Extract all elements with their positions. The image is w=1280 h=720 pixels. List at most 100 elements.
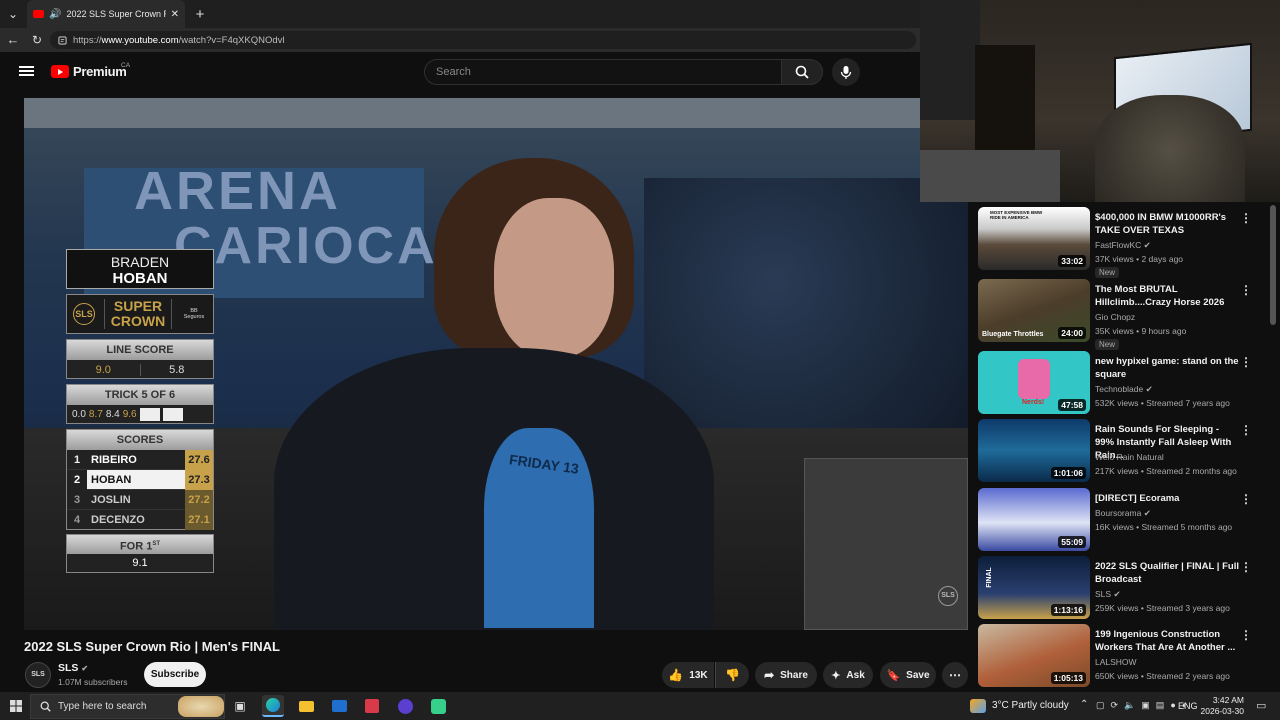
video-thumbnail[interactable]: Bluegate Throttles 24:00 (978, 279, 1090, 342)
recommended-video[interactable]: 55:09 [DIRECT] Ecorama Boursorama ✔ 16K … (978, 488, 1270, 552)
new-badge: New (1095, 339, 1120, 350)
close-tab-icon[interactable]: ✕ (171, 9, 179, 20)
reload-icon[interactable]: ↻ (29, 32, 45, 48)
recommended-video[interactable]: MOST EXPENSIVE BMW RIDE IN AMERICA 33:02… (978, 207, 1270, 278)
sidebar-scrollbar[interactable] (1270, 205, 1276, 325)
windows-start-icon[interactable] (5, 695, 27, 717)
more-actions-icon[interactable]: ⋮ (1240, 211, 1252, 225)
more-actions-icon[interactable]: ⋮ (1240, 423, 1252, 437)
tray-app-icon[interactable]: ▢ (1096, 700, 1105, 711)
logo-text: Premium (73, 64, 127, 79)
file-explorer-icon[interactable] (295, 695, 317, 717)
recommended-video[interactable]: Bluegate Throttles 24:00 The Most BRUTAL… (978, 279, 1270, 350)
speaker-icon[interactable]: 🔊 (49, 9, 61, 20)
video-title[interactable]: The Most BRUTAL Hillclimb....Crazy Horse… (1095, 283, 1240, 309)
channel-name-row[interactable]: SLS ✔ (1095, 589, 1121, 600)
line-score-2: 5.8 (169, 363, 185, 376)
volume-icon[interactable]: 🔈 (1124, 700, 1135, 711)
save-label: Save (906, 669, 930, 681)
score-rank: 3 (73, 493, 81, 506)
video-title[interactable]: 199 Ingenious Construction Workers That … (1095, 628, 1240, 654)
verified-icon: ✔ (81, 664, 89, 673)
taskbar-search-box[interactable]: Type here to search (30, 694, 225, 719)
edge-browser-icon[interactable] (262, 695, 284, 717)
channel-name[interactable]: SLS (1095, 589, 1111, 599)
more-actions-icon[interactable]: ⋮ (1240, 492, 1252, 506)
channel-name-row[interactable]: SLS ✔ (58, 662, 88, 674)
thumbnail-text: FINAL (985, 567, 993, 588)
ask-button[interactable]: ✦ Ask (823, 662, 873, 688)
more-actions-icon[interactable]: ⋮ (1240, 560, 1252, 574)
channel-name[interactable]: LALSHOW (1095, 657, 1137, 667)
more-actions-icon[interactable]: ⋮ (1240, 283, 1252, 297)
dislike-button[interactable]: 👎 (715, 662, 749, 688)
channel-name[interactable]: Technoblade (1095, 384, 1143, 394)
clock[interactable]: 3:42 AM 2026-03-30 (1200, 695, 1244, 717)
new-tab-icon[interactable]: + (190, 4, 210, 24)
video-thumbnail[interactable]: FINAL 1:13:16 (978, 556, 1090, 619)
channel-avatar[interactable]: SLS (25, 662, 51, 688)
save-button[interactable]: 🔖 Save (880, 662, 936, 688)
youtube-premium-logo[interactable]: Premium (51, 64, 127, 79)
gift-app-icon[interactable] (361, 695, 383, 717)
channel-name-row[interactable]: FastFlowKC ✔ (1095, 240, 1151, 251)
video-thumbnail[interactable]: 1:05:13 (978, 624, 1090, 687)
browser-tab[interactable]: 🔊 2022 SLS Super Crown Rio | M ✕ (27, 0, 185, 28)
share-button[interactable]: ➦ Share (755, 662, 817, 688)
video-thumbnail[interactable]: MOST EXPENSIVE BMW RIDE IN AMERICA 33:02 (978, 207, 1090, 270)
tray-overflow-chevron-icon[interactable]: ⌃ (1080, 699, 1088, 710)
video-title[interactable]: [DIRECT] Ecorama (1095, 492, 1240, 505)
url-prefix: https:// (73, 34, 102, 46)
streaming-app-icon[interactable] (427, 695, 449, 717)
search-button[interactable] (781, 59, 823, 85)
video-meta: 37K views • 2 days ago (1095, 254, 1184, 264)
channel-name-main[interactable]: SLS (58, 662, 78, 674)
url-field[interactable]: https://www.youtube.com/watch?v=F4qXKQNO… (50, 31, 916, 49)
back-arrow-icon[interactable]: ← (5, 32, 21, 48)
voice-search-button[interactable] (832, 58, 860, 86)
task-view-icon[interactable]: ▣ (229, 695, 251, 717)
video-thumbnail[interactable]: 55:09 (978, 488, 1090, 551)
video-title[interactable]: new hypixel game: stand on the square (1095, 355, 1240, 381)
weather-icon[interactable] (970, 699, 986, 713)
tab-list-chevron-icon[interactable]: ⌄ (3, 4, 23, 24)
webcam-person (1095, 95, 1245, 202)
score-name: HOBAN (91, 473, 132, 486)
recommended-video[interactable]: FINAL 1:13:16 2022 SLS Qualifier | FINAL… (978, 556, 1270, 620)
url-domain: www.youtube.com (101, 34, 179, 46)
verified-icon: ✔ (1113, 589, 1121, 599)
more-actions-icon[interactable]: ⋮ (1240, 355, 1252, 369)
language-indicator[interactable]: ENG (1178, 701, 1198, 711)
network-icon[interactable]: ▤ (1156, 700, 1165, 711)
channel-name[interactable]: Boursorama (1095, 508, 1141, 518)
channel-name[interactable]: FastFlowKC (1095, 240, 1141, 250)
obs-studio-icon[interactable] (394, 695, 416, 717)
subscribe-button[interactable]: Subscribe (144, 662, 206, 687)
video-thumbnail[interactable]: Nerds! 47:58 (978, 351, 1090, 414)
video-title[interactable]: $400,000 IN BMW M1000RR's TAKE OVER TEXA… (1095, 211, 1240, 237)
more-actions-icon[interactable]: ⋮ (1240, 628, 1252, 642)
video-title-main: 2022 SLS Super Crown Rio | Men's FINAL (24, 639, 280, 654)
weather-text[interactable]: 3°C Partly cloudy (992, 700, 1069, 711)
like-button[interactable]: 👍 13K (662, 662, 714, 688)
channel-name[interactable]: Gio Chopz (1095, 312, 1135, 322)
recommended-video[interactable]: 1:01:06 Rain Sounds For Sleeping - 99% I… (978, 419, 1270, 483)
channel-name-row[interactable]: Technoblade ✔ (1095, 384, 1153, 395)
channel-name[interactable]: Welo Rain Natural (1095, 452, 1164, 462)
score-value: 27.2 (185, 489, 213, 510)
tray-app-icon[interactable]: ▣ (1141, 700, 1150, 711)
recommended-video[interactable]: 1:05:13 199 Ingenious Construction Worke… (978, 624, 1270, 688)
video-title[interactable]: 2022 SLS Qualifier | FINAL | Full Broadc… (1095, 560, 1240, 586)
video-thumbnail[interactable]: 1:01:06 (978, 419, 1090, 482)
more-actions-button[interactable]: ⋯ (942, 662, 968, 688)
menu-hamburger-icon[interactable] (19, 64, 34, 78)
mail-app-icon[interactable] (328, 695, 350, 717)
recommended-video[interactable]: Nerds! 47:58 new hypixel game: stand on … (978, 351, 1270, 415)
youtube-favicon-icon (33, 10, 44, 18)
search-input[interactable]: Search (424, 59, 782, 85)
sync-icon[interactable]: ⟳ (1111, 700, 1119, 711)
notifications-icon[interactable]: ▭ (1256, 699, 1266, 712)
channel-name-row[interactable]: Boursorama ✔ (1095, 508, 1151, 519)
site-info-icon[interactable] (58, 35, 67, 45)
microphone-tray-icon[interactable]: ● (1170, 700, 1175, 711)
